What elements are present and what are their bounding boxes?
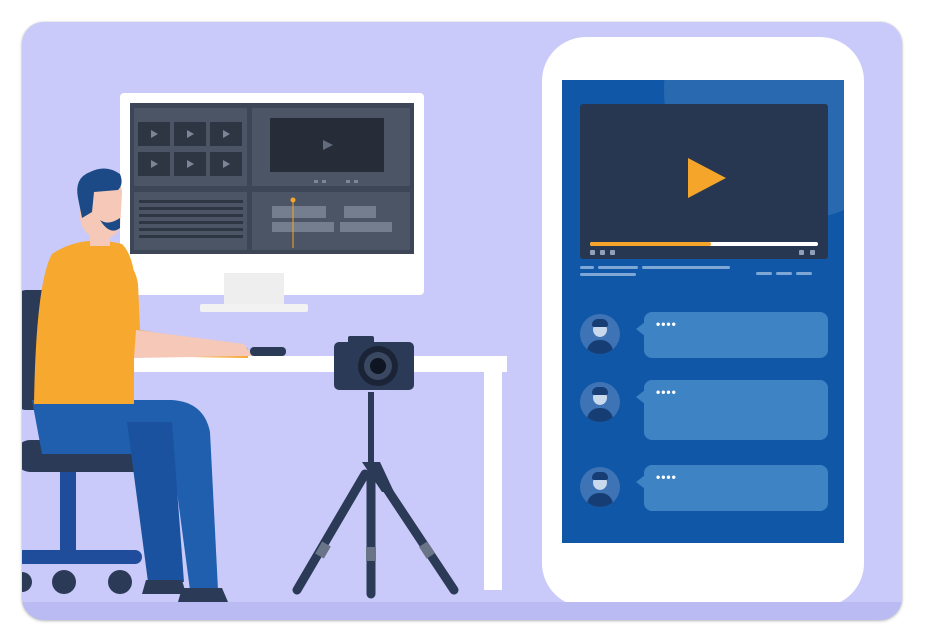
video-meta-line: [756, 272, 772, 275]
play-icon[interactable]: [688, 158, 726, 198]
video-meta-line: [796, 272, 812, 275]
phone-screen: •••• •••• ••••: [562, 80, 844, 543]
fullscreen-icon[interactable]: [810, 250, 815, 255]
comment-item: ••••: [580, 312, 828, 364]
illustration-card: •••• •••• ••••: [22, 22, 902, 620]
monitor: [120, 93, 424, 312]
comment-item: ••••: [580, 380, 828, 440]
volume-icon[interactable]: [600, 250, 605, 255]
user-avatar-icon: [580, 314, 620, 354]
comment-text: ••••: [656, 385, 677, 399]
comment-text: ••••: [656, 470, 677, 484]
settings-icon[interactable]: [610, 250, 615, 255]
video-meta-line: [776, 272, 792, 275]
comment-bubble: ••••: [636, 380, 828, 440]
pause-icon[interactable]: [590, 250, 595, 255]
comment-bubble: ••••: [636, 465, 828, 511]
video-meta-line: [580, 273, 636, 276]
video-player[interactable]: [580, 104, 828, 259]
video-progress-fill: [590, 242, 711, 246]
comment-bubble: ••••: [636, 312, 828, 358]
captions-icon[interactable]: [799, 250, 804, 255]
video-meta-line: [642, 266, 730, 269]
user-avatar-icon: [580, 382, 620, 422]
video-meta-line: [580, 266, 594, 269]
comment-text: ••••: [656, 317, 677, 331]
video-meta-line: [598, 266, 638, 269]
comment-item: ••••: [580, 465, 828, 517]
ground: [22, 602, 902, 620]
camera-tripod: [292, 336, 459, 599]
video-progress-bar[interactable]: [590, 242, 818, 246]
phone: •••• •••• ••••: [542, 37, 864, 607]
user-avatar-icon: [580, 467, 620, 507]
